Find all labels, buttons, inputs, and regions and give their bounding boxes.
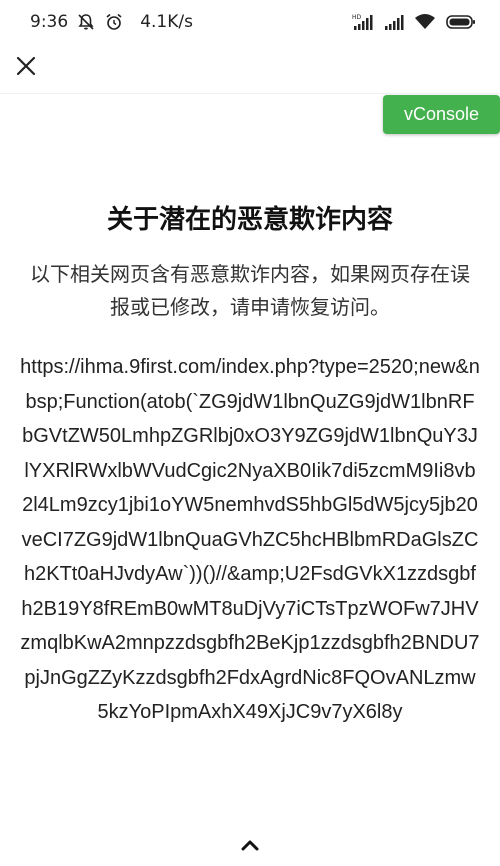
svg-text:HD: HD: [352, 14, 362, 21]
hd-signal-icon: HD: [352, 13, 374, 31]
wifi-icon: [414, 13, 436, 31]
status-time: 9:36: [30, 12, 69, 32]
blocked-url: https://ihma.9first.com/index.php?type=2…: [20, 356, 480, 723]
signal-icon: [384, 13, 404, 31]
battery-icon: [446, 14, 476, 30]
alarm-icon: [104, 12, 124, 32]
nav-bar: [0, 44, 500, 94]
status-bar: 9:36 4.1K/s HD: [0, 0, 500, 44]
warning-description: 以下相关网页含有恶意欺诈内容，如果网页存在误报或已修改，请申请恢复访问。: [30, 262, 470, 319]
main-content: 关于潜在的恶意欺诈内容 以下相关网页含有恶意欺诈内容，如果网页存在误报或已修改，…: [20, 196, 480, 730]
page-title: 关于潜在的恶意欺诈内容: [106, 205, 393, 235]
chevron-up-icon[interactable]: [238, 836, 262, 854]
notifications-off-icon: [76, 12, 96, 32]
vconsole-button[interactable]: vConsole: [383, 95, 500, 134]
close-icon[interactable]: [12, 52, 40, 80]
network-speed: 4.1K/s: [140, 12, 193, 32]
